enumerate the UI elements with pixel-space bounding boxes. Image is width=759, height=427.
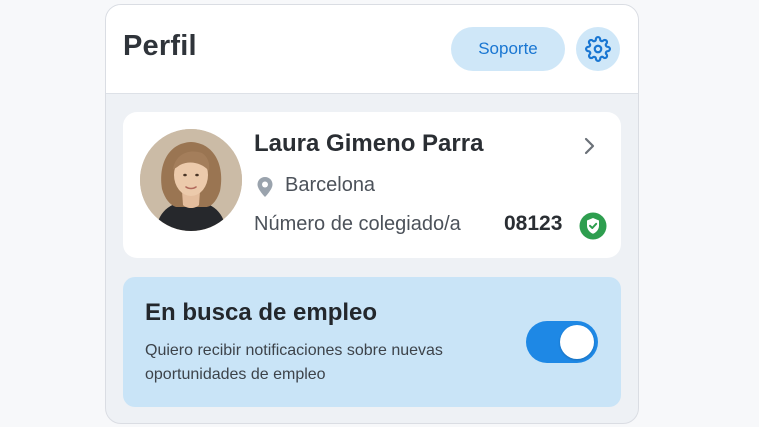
gear-icon (585, 36, 611, 62)
registration-label: Número de colegiado/a (254, 213, 461, 235)
avatar (140, 129, 242, 231)
job-search-card: En busca de empleo Quiero recibir notifi… (123, 277, 621, 407)
profile-city: Barcelona (285, 174, 376, 196)
header: Perfil Soporte (106, 5, 638, 94)
chevron-right-icon[interactable] (577, 134, 601, 158)
toggle-knob (560, 325, 594, 359)
profile-card[interactable]: Laura Gimeno Parra Barcelona Número de c… (123, 112, 621, 258)
registration-number: 08123 (504, 212, 563, 235)
location-pin-icon (257, 177, 273, 197)
support-button[interactable]: Soporte (451, 27, 565, 71)
settings-button[interactable] (576, 27, 620, 71)
profile-name: Laura Gimeno Parra (254, 130, 484, 157)
job-search-description: Quiero recibir notificaciones sobre nuev… (145, 342, 443, 383)
profile-screen: Perfil Soporte Laura Gimeno Parra Barcel… (105, 4, 639, 424)
verified-shield-icon (579, 212, 607, 240)
page-title: Perfil (123, 30, 197, 62)
job-search-toggle[interactable] (526, 321, 598, 363)
job-search-title: En busca de empleo (145, 299, 378, 326)
